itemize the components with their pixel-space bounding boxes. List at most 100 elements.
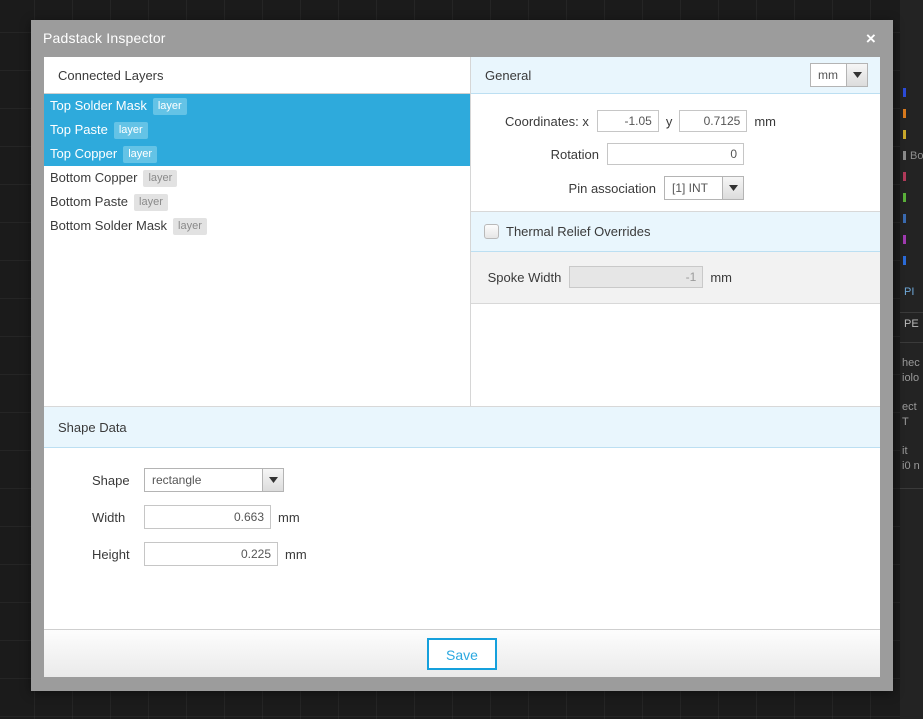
background-divider <box>900 312 923 313</box>
thermal-relief-body: Spoke Width mm <box>471 252 880 304</box>
rotation-label: Rotation <box>550 146 599 162</box>
width-label: Width <box>92 509 126 525</box>
background-property-line: it <box>902 445 908 457</box>
coordinates-label: Coordinates: x <box>505 113 589 129</box>
background-layer-row <box>903 103 923 124</box>
padstack-inspector-dialog: Padstack Inspector × Connected Layers To… <box>31 20 893 691</box>
background-property-line: iolo <box>902 372 920 384</box>
spoke-width-unit: mm <box>710 269 732 285</box>
background-divider <box>900 488 923 489</box>
spoke-width-label: Spoke Width <box>487 269 562 285</box>
dialog-body: Connected Layers Top Solder Mask layer T… <box>44 57 880 677</box>
connected-layers-header: Connected Layers <box>44 57 470 94</box>
background-layer-row <box>903 124 923 145</box>
coordinate-y-input[interactable] <box>679 110 748 132</box>
spoke-width-input[interactable] <box>569 266 704 288</box>
pin-association-row: Pin association [1] INT <box>471 176 880 200</box>
background-divider <box>900 342 923 343</box>
connected-layers-panel: Connected Layers Top Solder Mask layer T… <box>44 57 471 406</box>
chevron-down-icon <box>262 469 283 491</box>
layer-name: Top Copper <box>50 146 118 161</box>
width-unit: mm <box>278 509 300 525</box>
shape-label: Shape <box>92 472 130 488</box>
panel-filler <box>471 304 880 406</box>
pcb-editor-canvas: Bo PI PE hec iolo ect T it i0 n Padstack… <box>0 0 923 719</box>
layer-list-item-bottom-paste[interactable]: Bottom Paste layer <box>44 190 470 214</box>
shape-data-panel: Shape Data Shape rectangle Width 0.663 m… <box>44 406 880 632</box>
units-select[interactable]: mm <box>810 63 868 87</box>
background-property-line: T <box>902 416 909 428</box>
spoke-width-row: Spoke Width mm <box>471 266 880 288</box>
layer-type-badge: layer <box>134 193 168 211</box>
height-label: Height <box>92 546 130 562</box>
background-layer-row <box>903 229 923 250</box>
width-input[interactable] <box>144 505 271 529</box>
thermal-relief-checkbox[interactable] <box>484 224 499 239</box>
background-subsection-title: PE <box>904 318 919 330</box>
background-property-line: i0 n <box>902 460 920 472</box>
layer-name: Top Paste <box>50 122 108 137</box>
layer-list-item-top-solder-mask[interactable]: Top Solder Mask layer <box>44 94 470 118</box>
pin-association-select[interactable]: [1] INT <box>664 176 744 200</box>
background-layer-label: Bo <box>910 149 923 162</box>
layer-list-item-top-copper[interactable]: Top Copper layer <box>44 142 470 166</box>
background-layer-row <box>903 208 923 229</box>
connected-layers-list[interactable]: Top Solder Mask layer Top Paste layer To… <box>44 94 470 406</box>
background-section-title: PI <box>904 286 915 298</box>
coordinate-x-input[interactable] <box>596 110 659 132</box>
shape-data-form: Shape rectangle Width mm <box>44 448 880 632</box>
height-row: Height mm <box>92 542 880 566</box>
layer-list-item-bottom-solder-mask[interactable]: Bottom Solder Mask layer <box>44 214 470 238</box>
dialog-titlebar: Padstack Inspector × <box>31 20 893 57</box>
background-layer-row <box>903 250 923 271</box>
height-input[interactable] <box>144 542 278 566</box>
background-layer-row <box>903 82 923 103</box>
chevron-down-icon <box>846 64 867 86</box>
background-property-line: hec <box>902 357 920 369</box>
upper-region: Connected Layers Top Solder Mask layer T… <box>44 57 880 406</box>
layer-color-swatch <box>903 172 906 181</box>
layer-list-item-top-paste[interactable]: Top Paste layer <box>44 118 470 142</box>
pin-association-label: Pin association <box>568 180 656 196</box>
background-layer-row: Bo <box>903 145 923 166</box>
layer-type-badge: layer <box>173 217 207 235</box>
background-layer-row <box>903 187 923 208</box>
layer-type-badge: layer <box>123 145 158 163</box>
background-layer-row <box>903 166 923 187</box>
dialog-footer: Save <box>44 629 880 677</box>
layer-color-swatch <box>903 109 906 118</box>
general-form: Coordinates: x y mm Rotation <box>471 94 880 211</box>
layer-type-badge: layer <box>143 169 178 187</box>
layer-color-swatch <box>903 235 906 244</box>
rotation-input[interactable] <box>607 143 744 165</box>
rotation-row: Rotation <box>471 143 880 165</box>
general-panel: General mm Coordinates: x -1.05 y 0.7125… <box>471 57 880 406</box>
height-unit: mm <box>285 546 307 562</box>
layer-color-swatch <box>903 214 906 223</box>
width-row: Width mm <box>92 505 880 529</box>
background-layers-panel: Bo PI PE hec iolo ect T it i0 n <box>900 0 923 719</box>
close-icon[interactable]: × <box>862 20 880 57</box>
coordinate-y-label: y <box>665 113 673 129</box>
layer-color-swatch <box>903 151 906 160</box>
shape-select[interactable]: rectangle <box>144 468 284 492</box>
layer-name: Bottom Copper <box>50 170 138 185</box>
background-layer-swatch-list: Bo <box>903 82 923 271</box>
layer-color-swatch <box>903 130 906 139</box>
layer-color-swatch <box>903 256 906 265</box>
chevron-down-icon <box>722 177 743 199</box>
thermal-relief-header: Thermal Relief Overrides <box>471 211 880 252</box>
general-header: General mm <box>471 57 880 94</box>
layer-color-swatch <box>903 88 906 97</box>
layer-type-badge: layer <box>113 121 148 139</box>
thermal-relief-label: Thermal Relief Overrides <box>506 224 651 239</box>
coordinates-unit: mm <box>754 113 776 129</box>
layer-name: Top Solder Mask <box>50 98 147 113</box>
shape-row: Shape rectangle <box>92 468 880 492</box>
layer-color-swatch <box>903 193 906 202</box>
save-button[interactable]: Save <box>427 637 497 670</box>
layer-name: Bottom Paste <box>50 194 129 209</box>
dialog-title: Padstack Inspector <box>43 30 166 46</box>
shape-data-header: Shape Data <box>44 407 880 448</box>
layer-list-item-bottom-copper[interactable]: Bottom Copper layer <box>44 166 470 190</box>
